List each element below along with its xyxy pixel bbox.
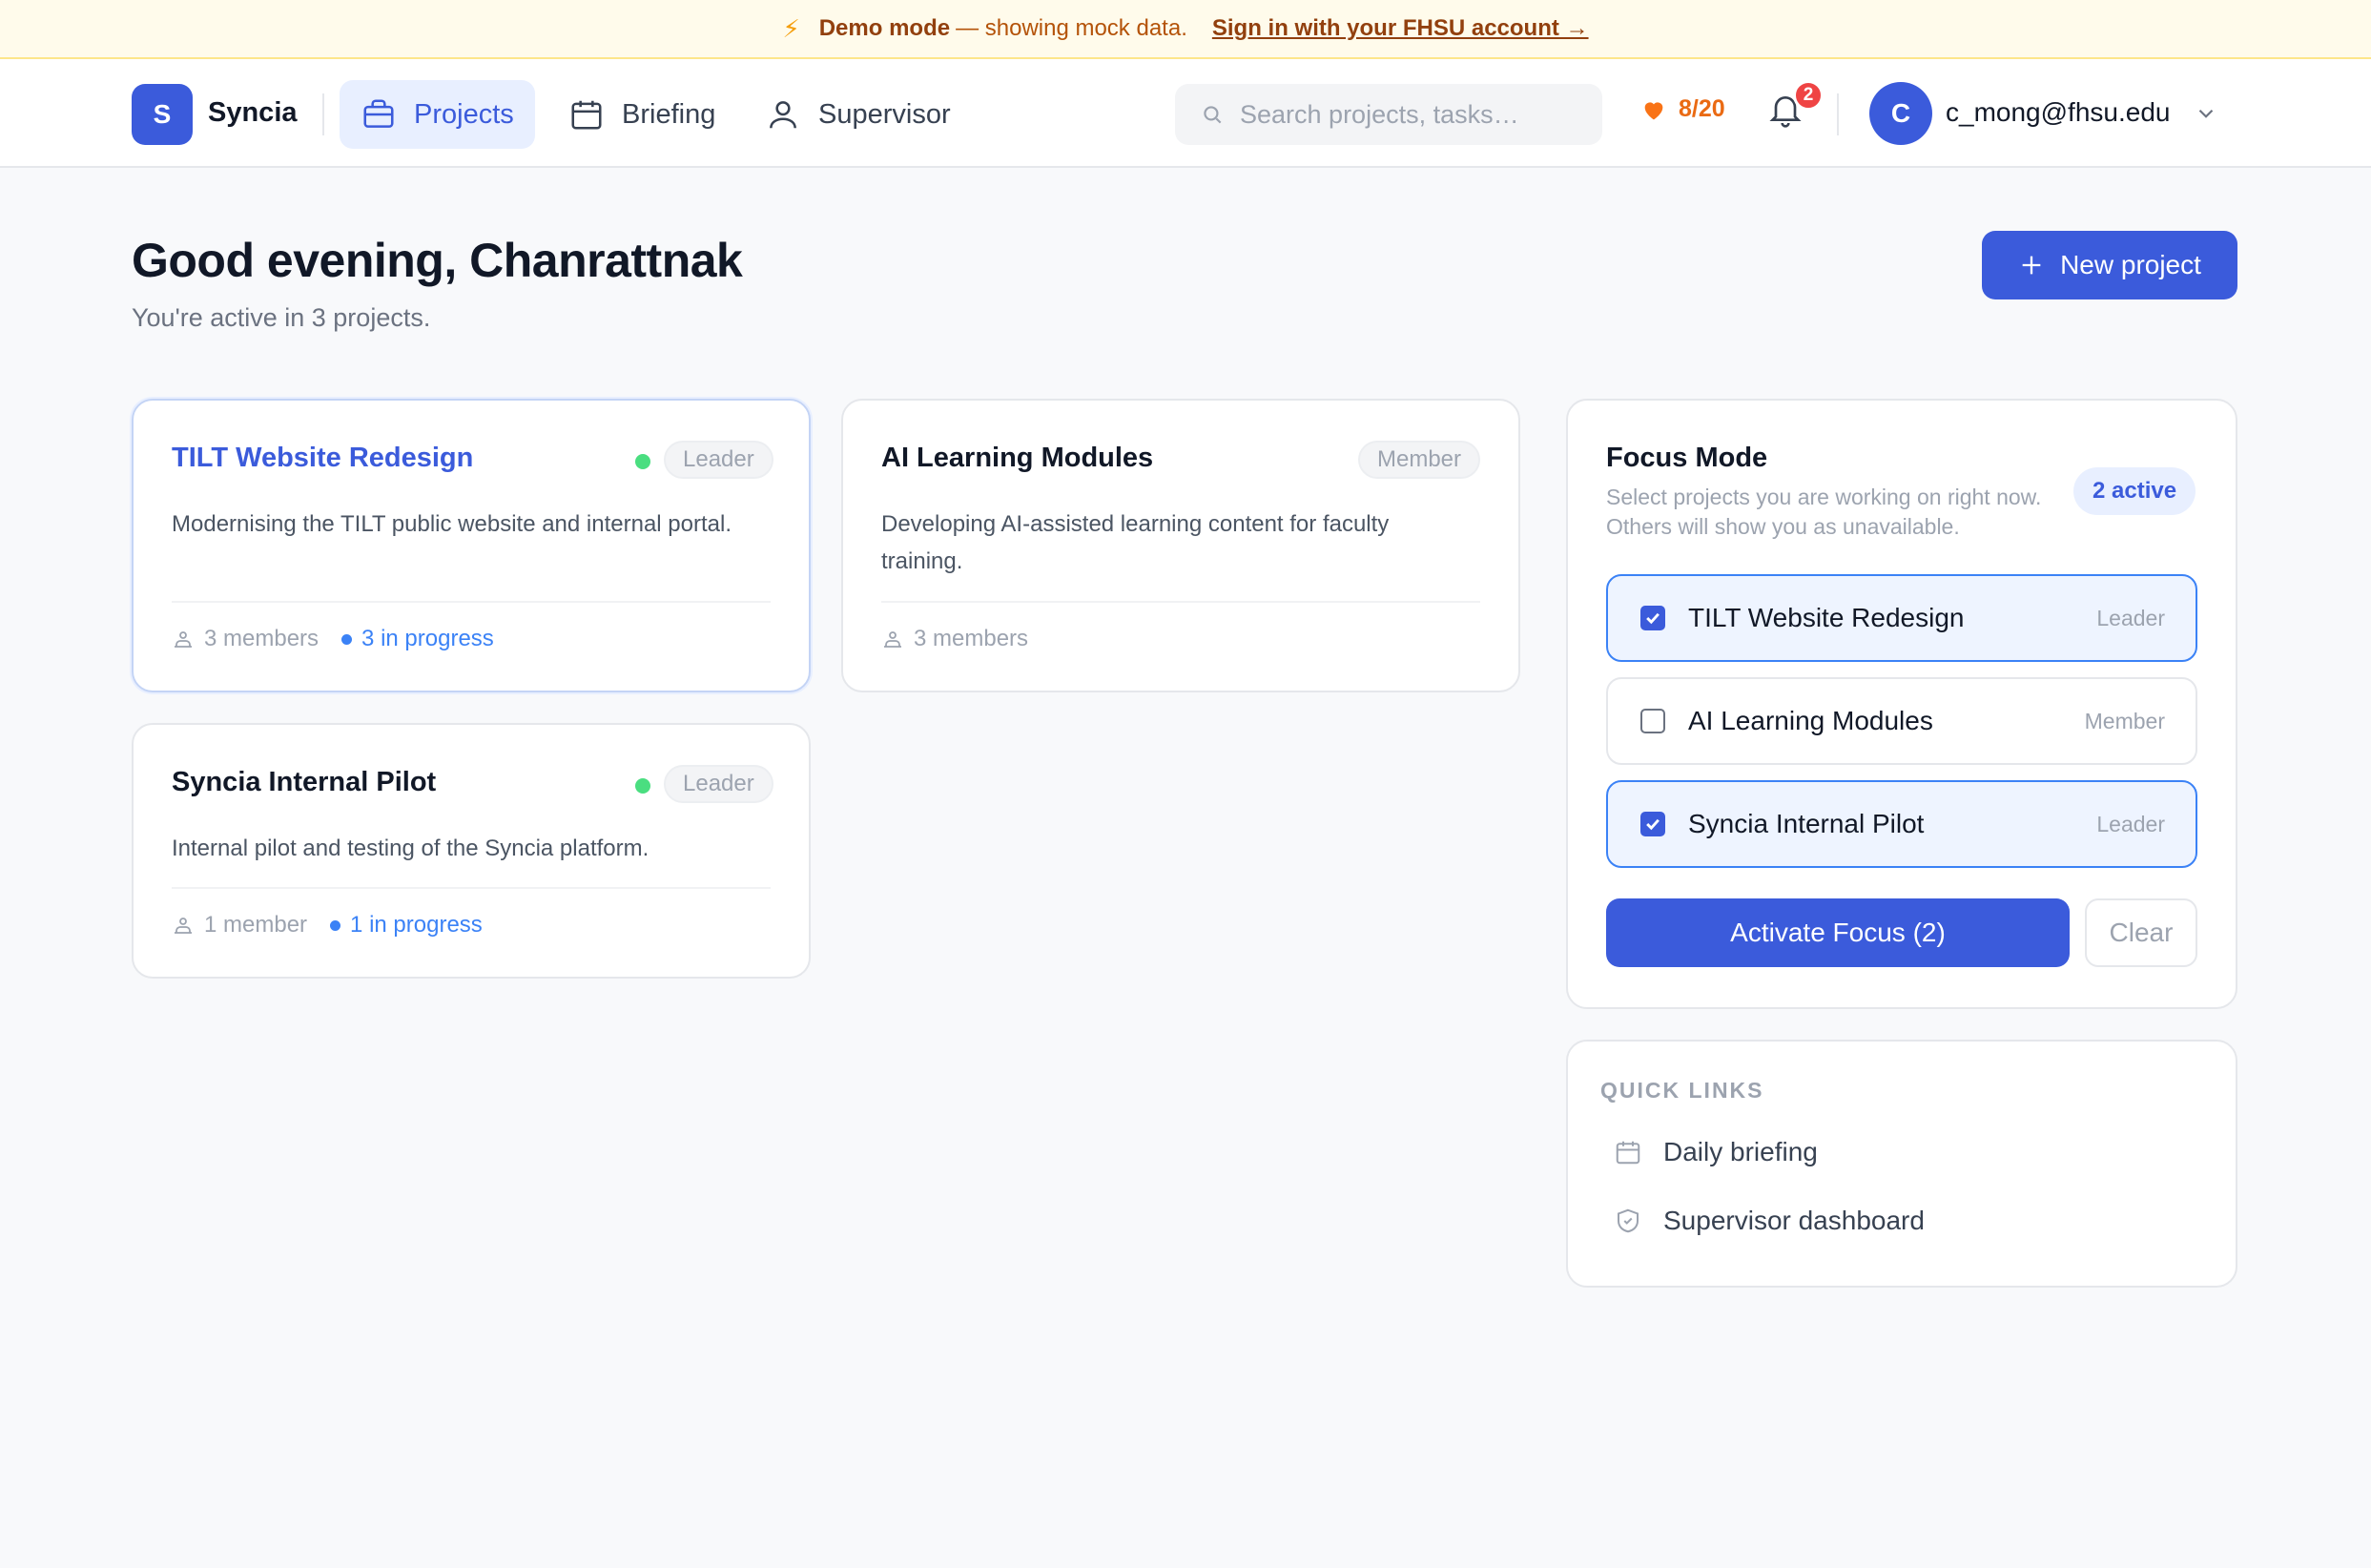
new-project-button[interactable]: New project: [1982, 231, 2237, 299]
briefcase-icon: [363, 99, 394, 128]
shield-icon: [1618, 1208, 1639, 1233]
chevron-down-icon[interactable]: [2194, 101, 2218, 126]
quick-links-panel: QUICK LINKS Daily briefing Supervisor da…: [1566, 1040, 2237, 1288]
active-status-dot: [635, 454, 650, 469]
focus-item-name: Syncia Internal Pilot: [1688, 809, 1925, 838]
search-input[interactable]: [1240, 99, 1583, 130]
new-project-label: New project: [2060, 250, 2201, 279]
role-badge: Member: [1358, 441, 1481, 479]
brand-name[interactable]: Syncia: [208, 97, 298, 129]
project-title[interactable]: TILT Website Redesign: [172, 443, 473, 474]
progress-label: 3 in progress: [361, 626, 494, 651]
members-icon: [884, 631, 901, 648]
members-count: 3 members: [204, 626, 320, 651]
page-title: Good evening, Chanrattnak: [132, 234, 743, 287]
checkbox[interactable]: [1640, 709, 1665, 733]
plus-icon: [2022, 256, 2041, 275]
calendar-icon: [571, 100, 602, 130]
focus-item[interactable]: AI Learning Modules Member: [1606, 677, 2197, 765]
top-navbar: S Syncia Projects Briefing Supervisor 8/…: [0, 59, 2371, 168]
notifications-button[interactable]: 2: [1766, 80, 1824, 137]
progress-dot: [341, 633, 353, 645]
progress-indicator: 3 in progress: [341, 626, 494, 652]
focus-item-role: Member: [2084, 708, 2165, 733]
project-meta: 3 members: [881, 626, 1028, 652]
members-icon: [175, 918, 192, 934]
nav-supervisor-label: Supervisor: [818, 98, 951, 130]
project-description: Internal pilot and testing of the Syncia…: [172, 836, 649, 861]
active-count-badge: 2 active: [2073, 467, 2196, 515]
check-icon: [1646, 818, 1660, 831]
project-title[interactable]: AI Learning Modules: [881, 443, 1153, 474]
app-logo[interactable]: S: [132, 84, 193, 145]
notification-badge: 2: [1793, 80, 1824, 111]
quick-link-label: Daily briefing: [1663, 1137, 1818, 1166]
nav-projects[interactable]: Projects: [340, 80, 535, 149]
energy-meter[interactable]: 8/20: [1640, 95, 1725, 123]
progress-dot: [330, 919, 341, 931]
calendar-icon: [1616, 1141, 1640, 1165]
demo-mode-text: — showing mock data.: [956, 15, 1187, 41]
role-badge: Leader: [664, 765, 773, 803]
divider: [322, 93, 324, 135]
sign-in-link[interactable]: Sign in with your FHSU account →: [1212, 15, 1589, 42]
project-description: Developing AI-assisted learning content …: [881, 511, 1390, 574]
focus-item[interactable]: TILT Website Redesign Leader: [1606, 574, 2197, 662]
progress-indicator: 1 in progress: [330, 912, 483, 939]
demo-banner: ⚡ Demo mode — showing mock data. Sign in…: [0, 0, 2371, 59]
focus-item-role: Leader: [2096, 605, 2165, 630]
nav-briefing[interactable]: Briefing: [547, 80, 736, 149]
demo-mode-label: Demo mode: [818, 15, 951, 41]
focus-item[interactable]: Syncia Internal Pilot Leader: [1606, 780, 2197, 868]
focus-mode-title: Focus Mode: [1606, 443, 1768, 473]
project-card[interactable]: AI Learning Modules Member Developing AI…: [841, 399, 1520, 692]
focus-mode-description: Select projects you are working on right…: [1606, 485, 2042, 539]
quick-link-supervisor-dashboard[interactable]: Supervisor dashboard: [1614, 1206, 1925, 1236]
active-status-dot: [635, 778, 650, 794]
members-icon: [175, 631, 192, 648]
page-subtitle: You're active in 3 projects.: [132, 303, 431, 332]
heart-icon: [1644, 101, 1663, 119]
energy-value: 8/20: [1679, 95, 1725, 122]
divider: [172, 601, 771, 603]
focus-item-role: Leader: [2096, 811, 2165, 836]
search-icon: [1204, 106, 1222, 124]
project-description: Modernising the TILT public website and …: [172, 511, 732, 537]
nav-projects-label: Projects: [414, 98, 514, 130]
activate-focus-button[interactable]: Activate Focus (2): [1606, 898, 2070, 967]
quick-links-heading: QUICK LINKS: [1600, 1078, 1764, 1103]
quick-link-label: Supervisor dashboard: [1663, 1206, 1925, 1235]
focus-item-name: TILT Website Redesign: [1688, 603, 1965, 632]
project-title[interactable]: Syncia Internal Pilot: [172, 767, 436, 798]
divider: [172, 887, 771, 889]
project-card[interactable]: TILT Website Redesign Leader Modernising…: [132, 399, 811, 692]
checkbox[interactable]: [1640, 606, 1665, 630]
focus-item-name: AI Learning Modules: [1688, 706, 1933, 735]
avatar[interactable]: C: [1869, 82, 1932, 145]
project-card[interactable]: Syncia Internal Pilot Leader Internal pi…: [132, 723, 811, 979]
project-meta: 3 members 3 in progress: [172, 626, 494, 652]
project-meta: 1 member 1 in progress: [172, 912, 483, 939]
user-icon: [770, 101, 796, 129]
search-box[interactable]: [1175, 84, 1602, 145]
divider: [881, 601, 1480, 603]
divider: [1837, 93, 1839, 135]
members-count: 1 member: [204, 912, 308, 938]
checkbox[interactable]: [1640, 812, 1665, 836]
role-badge: Leader: [664, 441, 773, 479]
user-email[interactable]: c_mong@fhsu.edu: [1946, 97, 2170, 128]
focus-mode-panel: Focus Mode Select projects you are worki…: [1566, 399, 2237, 1009]
progress-label: 1 in progress: [350, 912, 483, 938]
quick-link-daily-briefing[interactable]: Daily briefing: [1614, 1137, 1818, 1167]
nav-supervisor[interactable]: Supervisor: [744, 80, 972, 149]
check-icon: [1646, 612, 1660, 625]
members-count: 3 members: [914, 626, 1029, 651]
clear-button[interactable]: Clear: [2085, 898, 2197, 967]
lightning-icon: ⚡: [782, 13, 800, 43]
nav-briefing-label: Briefing: [622, 98, 716, 130]
